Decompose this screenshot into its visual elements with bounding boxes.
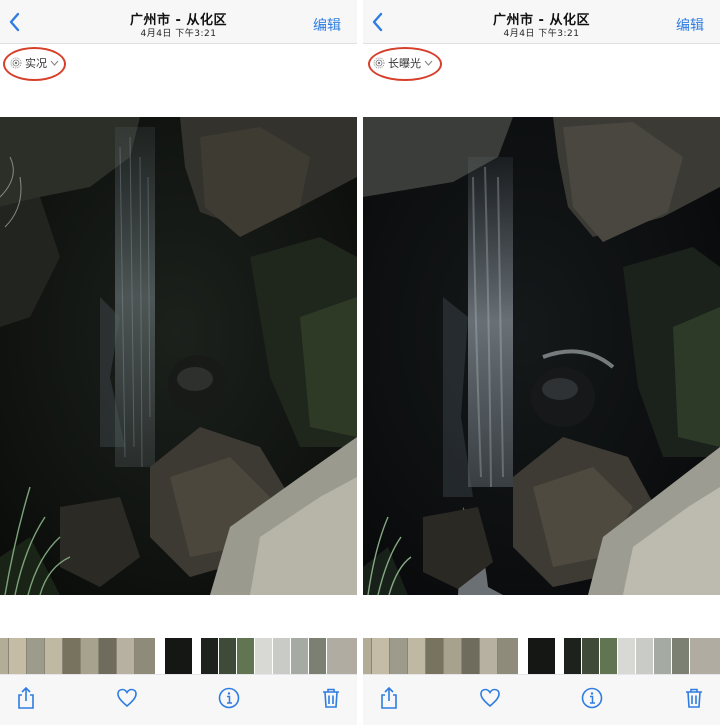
edit-button[interactable]: 编辑 [313,15,341,35]
live-photo-icon [373,57,385,69]
photo-viewer-live: 广州市 - 从化区 4月4日 下午3:21 编辑 实况 [0,0,357,725]
favorite-button[interactable] [477,685,503,711]
heart-icon [480,688,500,708]
waterfall-image-long-exposure [363,117,720,595]
chevron-down-icon [50,60,59,66]
thumbnail-images [0,638,357,674]
mode-label: 实况 [25,57,47,70]
navigation-bar: 广州市 - 从化区 4月4日 下午3:21 编辑 [363,0,720,44]
info-icon [581,687,603,709]
thumbnail-images [363,638,720,674]
delete-button[interactable] [681,685,707,711]
share-icon [381,686,397,709]
share-button[interactable] [376,685,402,711]
bottom-toolbar [363,674,720,725]
waterfall-photo[interactable] [363,117,720,595]
live-mode-selector[interactable]: 实况 [10,55,59,71]
thumbnail-strip[interactable] [363,638,720,674]
bottom-toolbar [0,674,357,725]
thumbnail-strip[interactable] [0,638,357,674]
photo-viewer-long-exposure: 广州市 - 从化区 4月4日 下午3:21 编辑 长曝光 [363,0,720,725]
trash-icon [323,688,339,708]
waterfall-image [0,117,357,595]
date-subtitle: 4月4日 下午3:21 [140,29,217,39]
navigation-bar: 广州市 - 从化区 4月4日 下午3:21 编辑 [0,0,357,44]
live-photo-icon [10,57,22,69]
edit-button[interactable]: 编辑 [676,15,704,35]
share-icon [18,686,34,709]
share-button[interactable] [13,685,39,711]
info-button[interactable] [216,685,242,711]
info-button[interactable] [579,685,605,711]
trash-icon [686,688,702,708]
heart-icon [117,688,137,708]
delete-button[interactable] [318,685,344,711]
info-icon [218,687,240,709]
chevron-down-icon [424,60,433,66]
favorite-button[interactable] [114,685,140,711]
waterfall-photo[interactable] [0,117,357,595]
mode-label: 长曝光 [388,57,421,70]
date-subtitle: 4月4日 下午3:21 [503,29,580,39]
long-exposure-mode-selector[interactable]: 长曝光 [373,55,433,71]
